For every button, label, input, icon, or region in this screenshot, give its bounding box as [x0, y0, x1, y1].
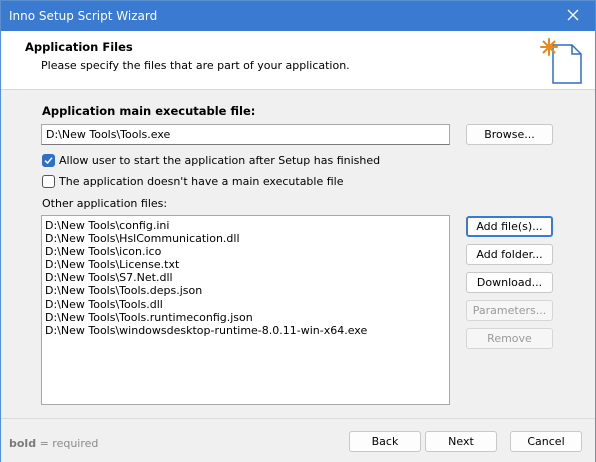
close-button[interactable] — [551, 1, 595, 31]
cancel-button[interactable]: Cancel — [510, 431, 582, 452]
file-list-item[interactable]: D:\New Tools\icon.ico — [45, 245, 446, 258]
allow-start-option[interactable]: Allow user to start the application afte… — [42, 154, 380, 167]
file-list-item[interactable]: D:\New Tools\S7.Net.dll — [45, 271, 446, 284]
checkmark-icon — [44, 157, 53, 165]
no-main-exe-checkbox[interactable] — [42, 175, 55, 188]
no-main-exe-option[interactable]: The application doesn't have a main exec… — [42, 175, 344, 188]
download-button[interactable]: Download... — [466, 272, 553, 293]
file-list-item[interactable]: D:\New Tools\License.txt — [45, 258, 446, 271]
file-list-item[interactable]: D:\New Tools\windowsdesktop-runtime-8.0.… — [45, 324, 446, 337]
wizard-file-icon — [539, 37, 585, 88]
add-files-button[interactable]: Add file(s)... — [466, 216, 553, 237]
file-list-item[interactable]: D:\New Tools\Tools.dll — [45, 298, 446, 311]
wizard-window: Inno Setup Script Wizard Application Fil… — [0, 0, 596, 462]
browse-button[interactable]: Browse... — [466, 124, 553, 145]
page-subtitle: Please specify the files that are part o… — [41, 59, 350, 72]
file-list-item[interactable]: D:\New Tools\config.ini — [45, 219, 446, 232]
legend-text: = required — [36, 437, 99, 450]
main-exe-label: Application main executable file: — [42, 104, 256, 118]
window-title: Inno Setup Script Wizard — [9, 9, 158, 23]
close-icon — [567, 9, 579, 24]
next-button[interactable]: Next — [425, 431, 497, 452]
page-header: Application Files Please specify the fil… — [1, 31, 595, 89]
title-bar[interactable]: Inno Setup Script Wizard — [1, 1, 595, 31]
allow-start-checkbox[interactable] — [42, 154, 55, 167]
allow-start-label: Allow user to start the application afte… — [59, 154, 381, 167]
back-button[interactable]: Back — [349, 431, 421, 452]
other-files-label: Other application files: — [42, 197, 168, 210]
other-files-list[interactable]: D:\New Tools\config.ini D:\New Tools\HslC… — [41, 215, 450, 405]
add-folder-button[interactable]: Add folder... — [466, 244, 553, 265]
legend-bold-text: bold — [9, 437, 37, 450]
page-title: Application Files — [25, 40, 133, 54]
parameters-button[interactable]: Parameters... — [466, 300, 553, 321]
header-divider — [1, 89, 595, 90]
file-list-item[interactable]: D:\New Tools\Tools.runtimeconfig.json — [45, 311, 446, 324]
footer-bar: bold = required Back Next Cancel — [1, 418, 595, 462]
no-main-exe-label: The application doesn't have a main exec… — [59, 175, 344, 188]
file-list-item[interactable]: D:\New Tools\Tools.deps.json — [45, 284, 446, 297]
file-list-item[interactable]: D:\New Tools\HslCommunication.dll — [45, 232, 446, 245]
remove-button[interactable]: Remove — [466, 328, 553, 349]
required-legend: bold = required — [9, 437, 98, 450]
main-exe-field[interactable]: D:\New Tools\Tools.exe — [41, 124, 450, 145]
